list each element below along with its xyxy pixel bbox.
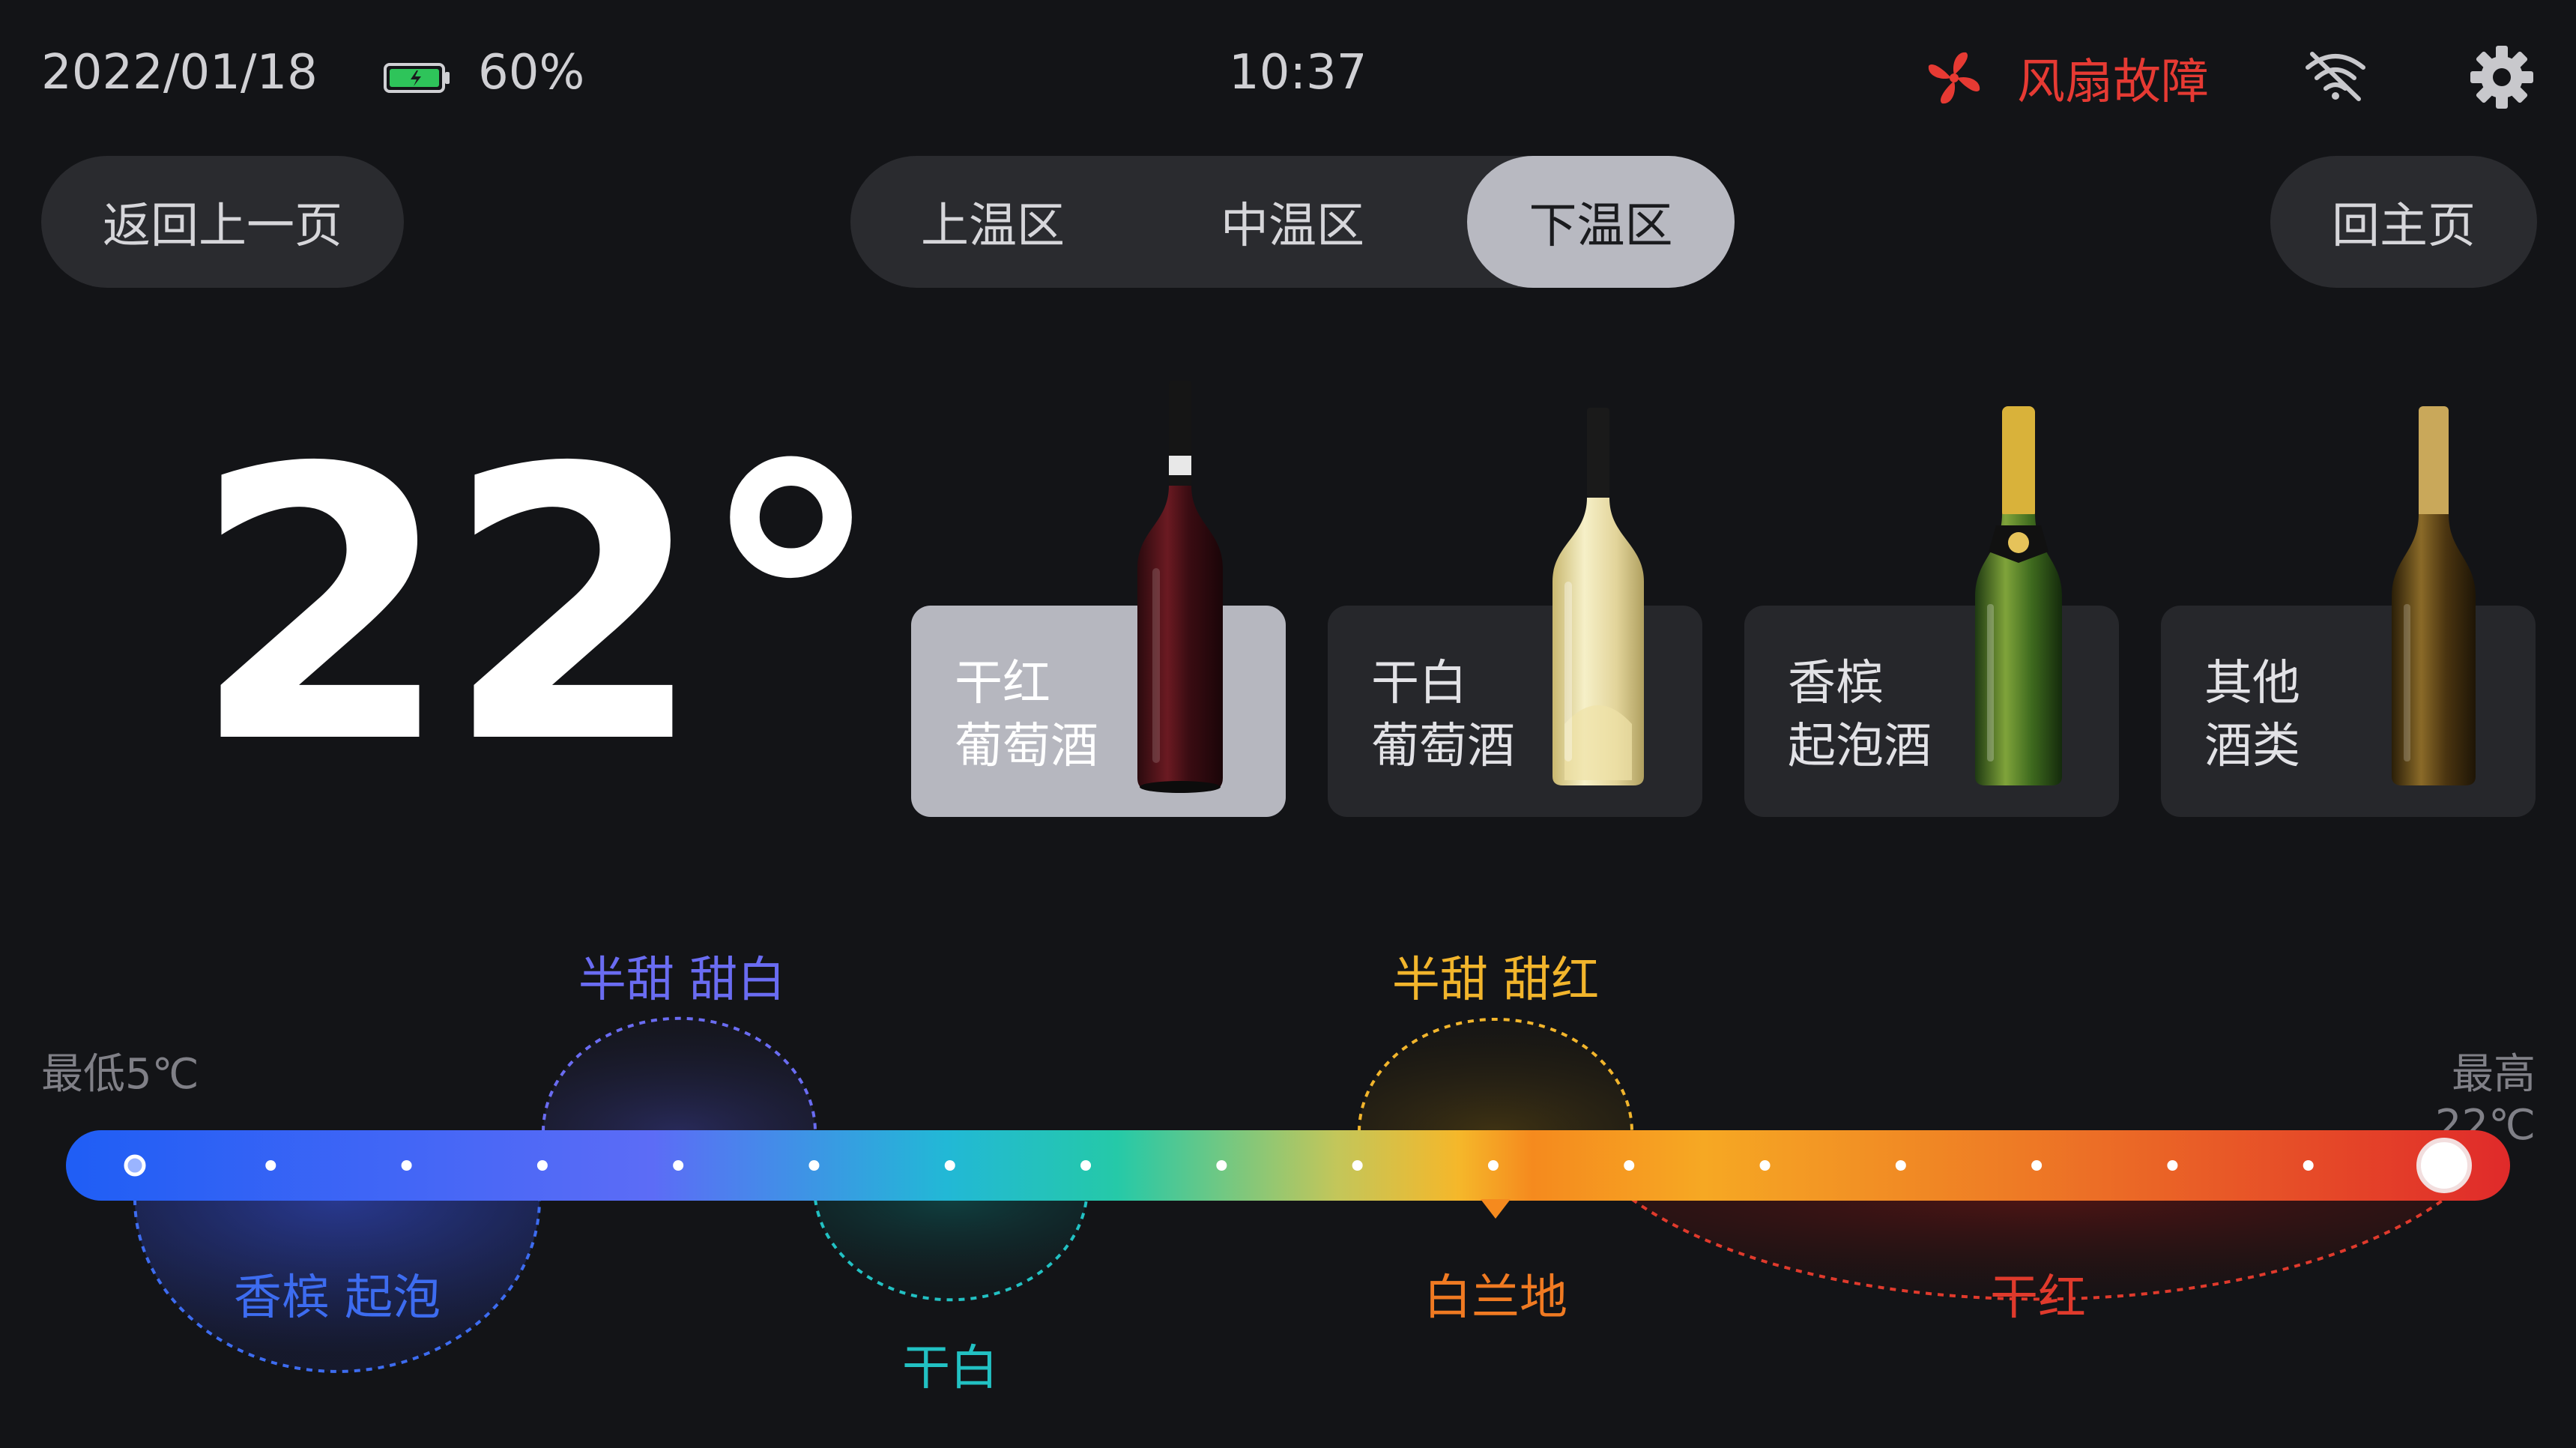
scale-tick <box>1895 1160 1906 1171</box>
zone-arc-dry-white <box>814 1198 1088 1302</box>
zone-label-semi-sweet-red: 半甜 甜红 <box>1391 953 1600 1008</box>
scale-tick <box>1352 1160 1363 1171</box>
scale-tick <box>808 1160 820 1171</box>
scale-tick <box>2303 1160 2314 1171</box>
zone-arc-semi-sweet-red <box>1358 1018 1633 1132</box>
temperature-scale-bar <box>66 1130 2510 1201</box>
brandy-pointer <box>1481 1199 1511 1219</box>
scale-tick <box>401 1160 412 1171</box>
zone-label-champagne: 香槟 起泡 <box>233 1270 441 1326</box>
scale-tick <box>944 1160 955 1171</box>
current-temperature-knob <box>2416 1138 2472 1193</box>
scale-tick <box>124 1154 146 1177</box>
scale-tick <box>1624 1160 1635 1171</box>
scale-tick <box>1759 1160 1771 1171</box>
scale-tick <box>673 1160 684 1171</box>
scale-tick <box>265 1160 276 1171</box>
scale-tick <box>2031 1160 2043 1171</box>
zone-label-semi-sweet-white: 半甜 甜白 <box>578 953 786 1008</box>
scale-tick <box>1487 1160 1499 1171</box>
zone-arc-semi-sweet-white <box>542 1016 817 1132</box>
scale-tick <box>2167 1160 2178 1171</box>
scale-tick <box>1080 1160 1092 1171</box>
zone-label-dry-white: 干白 <box>902 1341 998 1396</box>
scale-tick <box>1216 1160 1227 1171</box>
zone-label-dry-red: 干红 <box>1990 1270 2086 1326</box>
zone-label-brandy: 白兰地 <box>1424 1270 1567 1326</box>
temperature-scale <box>66 1016 2510 1373</box>
scale-tick <box>536 1160 548 1171</box>
